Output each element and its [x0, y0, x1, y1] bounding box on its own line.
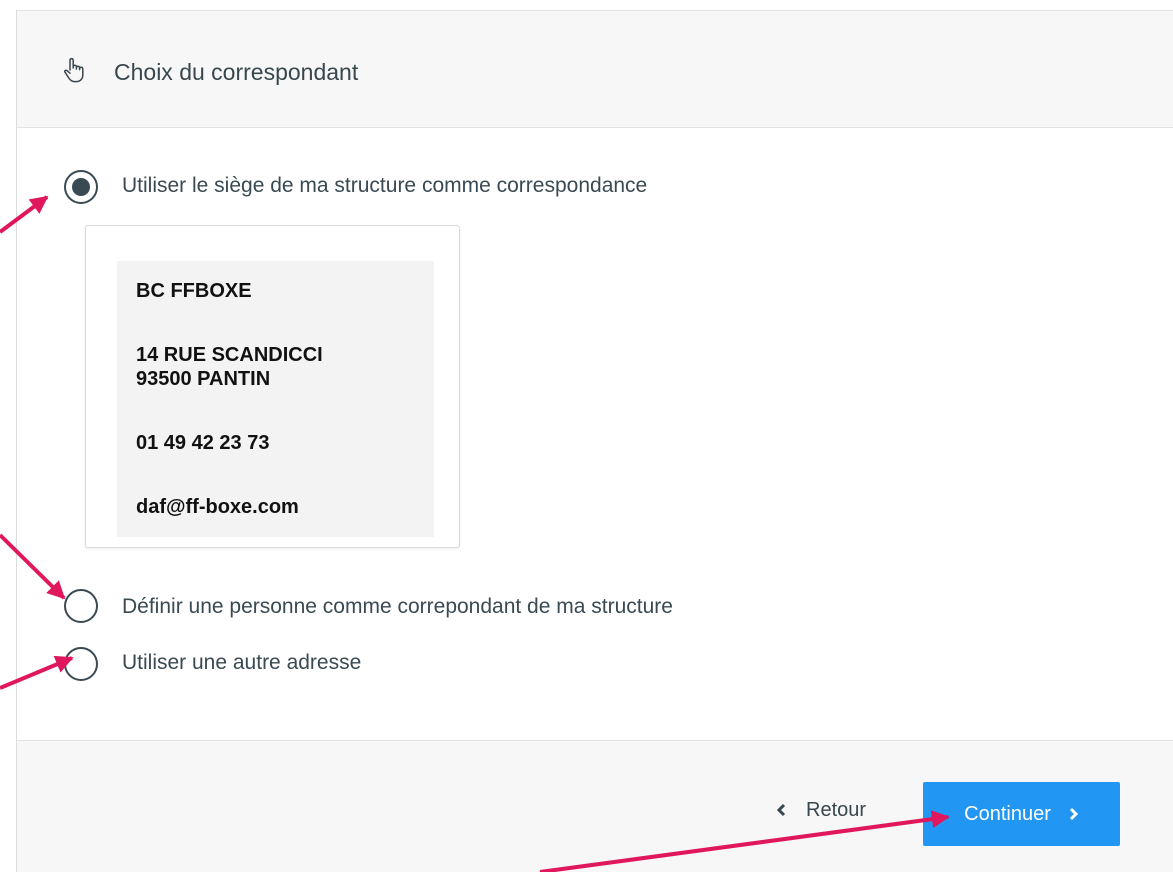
- continue-button[interactable]: Continuer: [923, 782, 1120, 846]
- radio-other-address[interactable]: [64, 647, 98, 681]
- address-block: BC FFBOXE 14 RUE SCANDICCI 93500 PANTIN …: [117, 261, 434, 537]
- address-city: 93500 PANTIN: [136, 368, 271, 390]
- card-footer: Retour Continuer: [17, 740, 1173, 872]
- hand-pointer-icon: [63, 57, 84, 83]
- address-street: 14 RUE SCANDICCI: [136, 344, 323, 366]
- back-button-label: Retour: [806, 798, 867, 821]
- option-label-headquarters[interactable]: Utiliser le siège de ma structure comme …: [122, 174, 647, 198]
- address-phone: 01 49 42 23 73: [136, 432, 270, 454]
- address-email: daf@ff-boxe.com: [136, 496, 299, 518]
- continue-button-label: Continuer: [964, 802, 1051, 825]
- chevron-left-icon: [776, 803, 786, 817]
- back-button[interactable]: Retour: [776, 794, 866, 826]
- radio-use-headquarters[interactable]: [64, 170, 98, 204]
- option-label-define-person[interactable]: Définir une personne comme correpondant …: [122, 595, 673, 619]
- page-title: Choix du correspondant: [114, 59, 359, 85]
- radio-define-person[interactable]: [64, 589, 98, 623]
- chevron-right-icon: [1069, 807, 1078, 821]
- correspondent-card: Choix du correspondant Utiliser le siège…: [16, 10, 1173, 872]
- option-label-other-address[interactable]: Utiliser une autre adresse: [122, 651, 361, 675]
- card-header: Choix du correspondant: [17, 11, 1173, 128]
- address-card: BC FFBOXE 14 RUE SCANDICCI 93500 PANTIN …: [85, 225, 460, 548]
- address-name: BC FFBOXE: [136, 280, 252, 302]
